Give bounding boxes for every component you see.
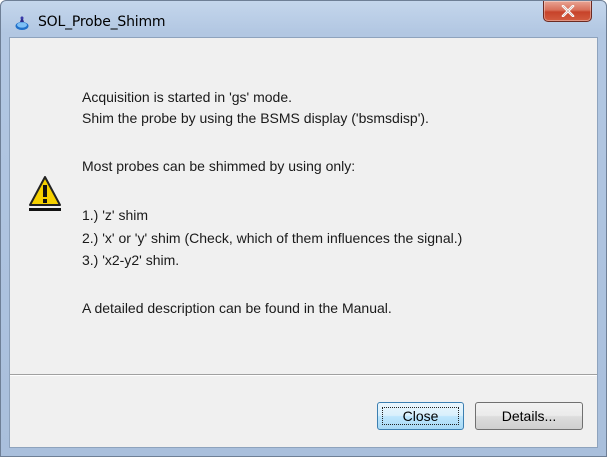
window-close-button[interactable]: [543, 1, 592, 22]
close-icon: [561, 5, 575, 17]
message-line: 1.) 'z' shim: [82, 207, 149, 223]
app-icon: [14, 15, 30, 31]
message-line: 2.) 'x' or 'y' shim (Check, which of the…: [82, 230, 463, 246]
message-line: 3.) 'x2-y2' shim.: [82, 252, 180, 268]
message-line: A detailed description can be found in t…: [82, 300, 392, 316]
separator: [10, 374, 597, 376]
dialog-content: Acquisition is started in 'gs' mode. Shi…: [9, 37, 598, 448]
message-line: Acquisition is started in 'gs' mode.: [82, 89, 292, 105]
details-button[interactable]: Details...: [475, 402, 583, 430]
window-title: SOL_Probe_Shimm: [38, 14, 166, 30]
warning-icon: [28, 175, 62, 215]
dialog-window: SOL_Probe_Shimm Acquisition is started i…: [0, 0, 607, 457]
close-button[interactable]: Close: [377, 402, 464, 430]
details-button-label: Details...: [501, 408, 557, 424]
focus-ring: [382, 407, 459, 425]
message-line: Shim the probe by using the BSMS display…: [82, 110, 429, 126]
message-line: Most probes can be shimmed by using only…: [82, 158, 356, 174]
title-bar[interactable]: SOL_Probe_Shimm: [1, 1, 606, 37]
message-area: Acquisition is started in 'gs' mode. Shi…: [10, 38, 597, 373]
